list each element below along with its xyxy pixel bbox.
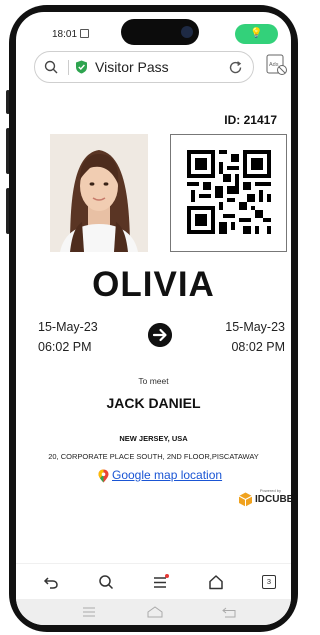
ads-block-icon[interactable]: Ads bbox=[266, 54, 288, 76]
reload-icon[interactable] bbox=[228, 60, 243, 75]
from-time: 06:02 PM bbox=[38, 340, 92, 354]
dynamic-island bbox=[121, 19, 199, 45]
status-time: 18:01 bbox=[52, 29, 78, 40]
search-icon[interactable] bbox=[44, 60, 58, 74]
to-time: 08:02 PM bbox=[231, 340, 285, 354]
to-date: 15-May-23 bbox=[225, 320, 285, 334]
powered-by: Powered by bbox=[259, 488, 281, 493]
to-meet-label: To meet bbox=[138, 376, 169, 386]
home-icon[interactable] bbox=[208, 574, 224, 590]
screen: 18:01 💡 Visitor Pass Ads ID: 21417 OLIVI… bbox=[16, 12, 291, 625]
tabs-icon[interactable]: 3 bbox=[262, 575, 276, 589]
host-name: JACK DANIEL bbox=[106, 395, 201, 411]
pill-badge: 💡 bbox=[250, 28, 263, 39]
url-separator bbox=[68, 60, 69, 75]
map-pin-icon bbox=[98, 469, 109, 483]
url-title: Visitor Pass bbox=[95, 59, 169, 75]
visitor-photo bbox=[50, 134, 148, 252]
arrow-right-icon bbox=[148, 323, 172, 347]
sim-icon bbox=[80, 29, 89, 38]
tab-count: 3 bbox=[266, 577, 272, 586]
svg-text:Ads: Ads bbox=[269, 62, 279, 68]
camera-icon bbox=[181, 26, 193, 38]
brand-name: IDCUBE bbox=[255, 494, 291, 505]
system-nav-bar bbox=[16, 599, 291, 625]
status-bar: 18:01 💡 bbox=[16, 12, 291, 48]
from-date: 15-May-23 bbox=[38, 320, 98, 334]
url-bar[interactable]: Visitor Pass bbox=[34, 51, 254, 83]
system-back-icon[interactable] bbox=[222, 606, 236, 618]
system-home-icon[interactable] bbox=[146, 606, 164, 618]
qr-code-icon bbox=[187, 150, 271, 234]
pass-id: ID: 21417 bbox=[224, 113, 277, 127]
recents-icon[interactable] bbox=[82, 606, 96, 618]
back-icon[interactable] bbox=[43, 574, 59, 590]
status-pill[interactable]: 💡 bbox=[235, 24, 278, 44]
idcube-logo-icon bbox=[238, 492, 253, 507]
menu-icon[interactable] bbox=[153, 574, 169, 590]
address: 20, CORPORATE PLACE SOUTH, 2ND FLOOR,PIS… bbox=[48, 452, 259, 461]
map-link-text[interactable]: Google map location bbox=[112, 468, 222, 482]
qr-code bbox=[170, 134, 287, 252]
location: NEW JERSEY, USA bbox=[119, 434, 188, 443]
phone-frame: 18:01 💡 Visitor Pass Ads ID: 21417 OLIVI… bbox=[0, 0, 307, 635]
search-nav-icon[interactable] bbox=[98, 574, 114, 590]
shield-icon bbox=[76, 60, 87, 74]
visitor-name: OLIVIA bbox=[92, 265, 215, 304]
browser-toolbar: 3 bbox=[16, 563, 291, 599]
